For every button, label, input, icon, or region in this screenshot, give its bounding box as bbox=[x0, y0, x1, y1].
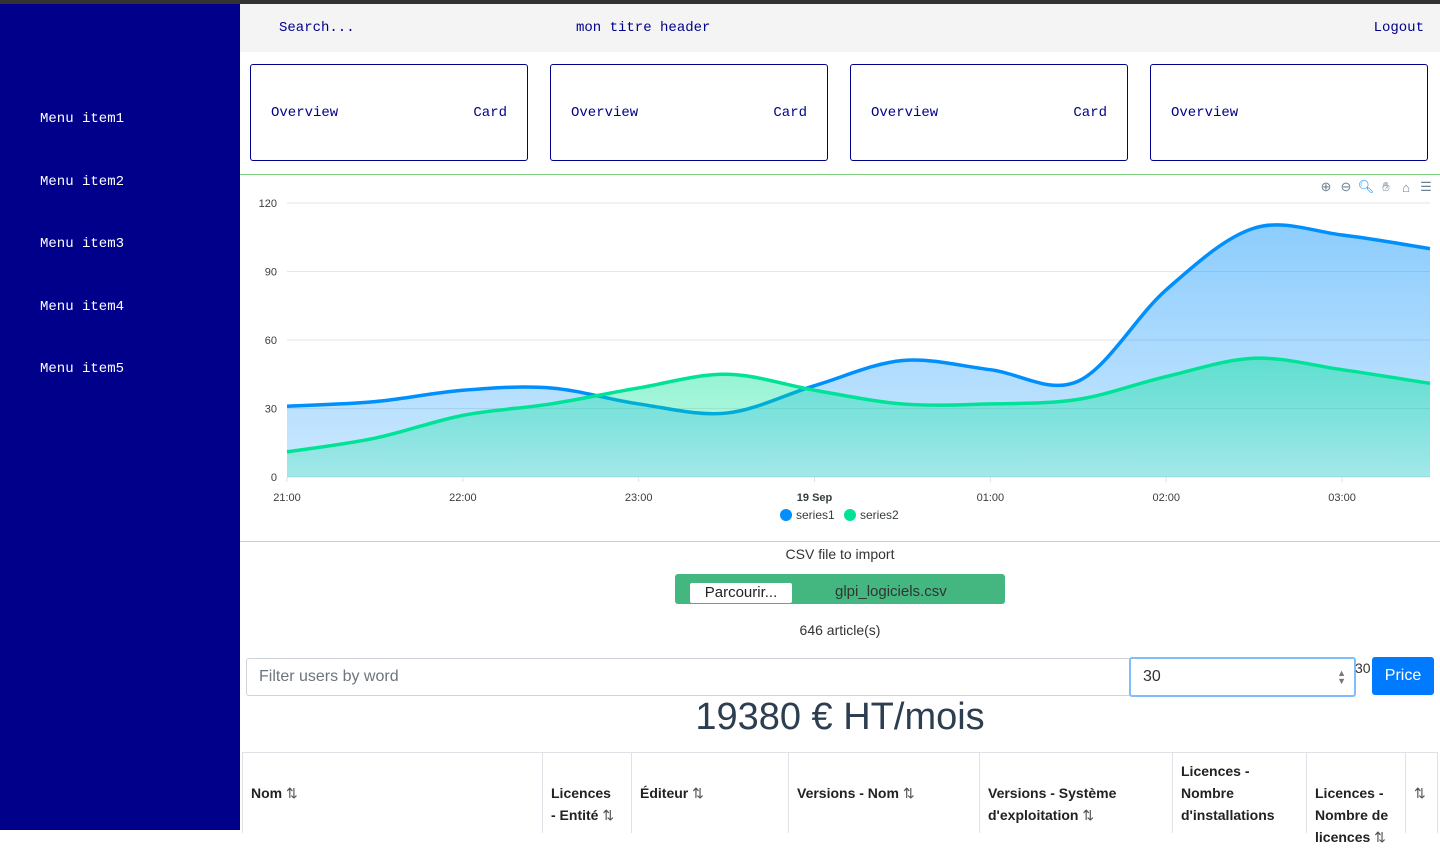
column-header-versions-nom[interactable]: Versions - Nom ⇅ bbox=[788, 753, 980, 833]
card-label: Card bbox=[473, 105, 507, 121]
area-chart: ⊕ ⊖ 🔍︎ ✋︎ ⌂ ☰ 0 30 60 90 120 21:00 22:00 23:00 1… bbox=[240, 175, 1440, 540]
y-tick-label: 30 bbox=[265, 404, 277, 416]
import-section: CSV file to import Parcourir... glpi_log… bbox=[240, 541, 1440, 845]
sort-icon[interactable]: ⇅ bbox=[602, 807, 614, 823]
total-price: 19380 € HT/mois bbox=[695, 696, 985, 738]
zoom-selection-icon[interactable]: 🔍︎ bbox=[1358, 179, 1375, 195]
y-tick-label: 90 bbox=[265, 267, 277, 279]
y-tick-label: 120 bbox=[259, 198, 277, 210]
sidebar-item-5[interactable]: Menu item5 bbox=[40, 361, 124, 377]
sidebar-item-2[interactable]: Menu item2 bbox=[40, 174, 124, 190]
header-title: mon titre header bbox=[576, 20, 711, 36]
sidebar-item-4[interactable]: Menu item4 bbox=[40, 299, 124, 315]
x-tick-label: 23:00 bbox=[625, 492, 653, 504]
card-title: Overview bbox=[1171, 105, 1239, 121]
pan-hand-icon[interactable]: ✋︎ bbox=[1378, 179, 1394, 195]
x-tick-label: 22:00 bbox=[449, 492, 477, 504]
data-table-header: Nom ⇅ Licences - Entité ⇅ Éditeur ⇅ Versi… bbox=[242, 752, 1438, 845]
sidebar-item-1[interactable]: Menu item1 bbox=[40, 111, 124, 127]
column-title: Versions - Système bbox=[988, 785, 1117, 801]
file-upload-field[interactable]: Parcourir... glpi_logiciels.csv bbox=[675, 574, 1005, 604]
x-tick-label: 01:00 bbox=[977, 492, 1005, 504]
sort-icon[interactable]: ⇅ bbox=[1414, 782, 1426, 804]
column-title: Nom bbox=[251, 785, 283, 801]
column-title: Licences bbox=[551, 785, 611, 801]
sidebar: Menu item1 Menu item2 Menu item3 Menu it… bbox=[0, 4, 240, 830]
column-header-systeme[interactable]: Versions - Système d'exploitation ⇅ bbox=[979, 753, 1173, 833]
legend-marker-series2 bbox=[844, 509, 856, 521]
card-label: Card bbox=[1073, 105, 1107, 121]
column-title: Licences - bbox=[1315, 785, 1384, 801]
legend-label-series1: series1 bbox=[796, 508, 835, 522]
article-count: 646 article(s) bbox=[799, 622, 881, 638]
filter-input[interactable] bbox=[246, 658, 1130, 696]
column-title-line2: Nombre bbox=[1181, 785, 1234, 801]
x-tick-label: 03:00 bbox=[1328, 492, 1356, 504]
column-title-line2: - Entité bbox=[551, 807, 599, 823]
csv-import-label: CSV file to import bbox=[785, 546, 895, 562]
column-header-installations[interactable]: Licences - Nombre d'installations bbox=[1172, 753, 1307, 833]
sort-icon[interactable]: ⇅ bbox=[1374, 829, 1386, 845]
card-title: Overview bbox=[871, 105, 939, 121]
overview-card-1[interactable]: Overview Card bbox=[250, 64, 528, 161]
x-tick-label: 02:00 bbox=[1152, 492, 1180, 504]
column-title-line3: d'installations bbox=[1181, 807, 1275, 823]
logout-link[interactable]: Logout bbox=[1374, 20, 1424, 36]
x-tick-label: 21:00 bbox=[273, 492, 301, 504]
quantity-stepper[interactable]: 30 ▲ ▼ bbox=[1129, 657, 1356, 697]
card-title: Overview bbox=[571, 105, 639, 121]
column-header-nom[interactable]: Nom ⇅ bbox=[242, 753, 543, 833]
legend-marker-series1 bbox=[780, 509, 792, 521]
column-header-nombre-licences[interactable]: Licences - Nombre de licences ⇅ bbox=[1306, 753, 1406, 845]
column-title-line3: licences bbox=[1315, 829, 1371, 845]
overview-card-4[interactable]: Overview bbox=[1150, 64, 1428, 161]
column-title-line2: d'exploitation bbox=[988, 807, 1079, 823]
card-title: Overview bbox=[271, 105, 339, 121]
legend-label-series2: series2 bbox=[860, 508, 899, 522]
sort-icon[interactable]: ⇅ bbox=[903, 785, 915, 801]
chart-plot: 0 30 60 90 120 21:00 22:00 23:00 19 Sep 01:00 02:0… bbox=[259, 198, 1431, 522]
browse-button[interactable]: Parcourir... bbox=[690, 583, 792, 603]
selected-file-name: glpi_logiciels.csv bbox=[835, 583, 947, 600]
sort-icon[interactable]: ⇅ bbox=[1082, 807, 1094, 823]
menu-icon[interactable]: ☰ bbox=[1418, 179, 1434, 195]
zoom-out-icon[interactable]: ⊖ bbox=[1338, 179, 1354, 195]
quantity-echo: 30 bbox=[1355, 660, 1371, 676]
top-header: Search... mon titre header Logout bbox=[240, 4, 1440, 52]
quantity-value: 30 bbox=[1143, 668, 1161, 685]
zoom-in-icon[interactable]: ⊕ bbox=[1318, 179, 1334, 195]
column-header-editeur[interactable]: Éditeur ⇅ bbox=[631, 753, 789, 833]
column-title: Versions - Nom bbox=[797, 785, 899, 801]
home-reset-icon[interactable]: ⌂ bbox=[1398, 179, 1414, 195]
y-tick-label: 60 bbox=[265, 335, 277, 347]
stepper-arrows-icon[interactable]: ▲ ▼ bbox=[1337, 669, 1346, 686]
overview-card-3[interactable]: Overview Card bbox=[850, 64, 1128, 161]
sidebar-item-3[interactable]: Menu item3 bbox=[40, 236, 124, 252]
chart-toolbar: ⊕ ⊖ 🔍︎ ✋︎ ⌂ ☰ bbox=[1318, 179, 1434, 195]
column-header-entite[interactable]: Licences - Entité ⇅ bbox=[542, 753, 632, 833]
x-tick-label: 19 Sep bbox=[797, 492, 833, 504]
price-button[interactable]: Price bbox=[1372, 657, 1434, 695]
card-label: Card bbox=[773, 105, 807, 121]
column-title: Éditeur bbox=[640, 785, 689, 801]
sort-icon[interactable]: ⇅ bbox=[692, 785, 704, 801]
search-input[interactable]: Search... bbox=[279, 20, 355, 36]
sort-icon[interactable]: ⇅ bbox=[286, 785, 298, 801]
column-title: Licences - bbox=[1181, 763, 1250, 779]
y-tick-label: 0 bbox=[271, 472, 277, 484]
column-header-extra[interactable]: ⇅ bbox=[1405, 753, 1438, 833]
column-title-line2: Nombre de bbox=[1315, 807, 1389, 823]
overview-card-2[interactable]: Overview Card bbox=[550, 64, 828, 161]
